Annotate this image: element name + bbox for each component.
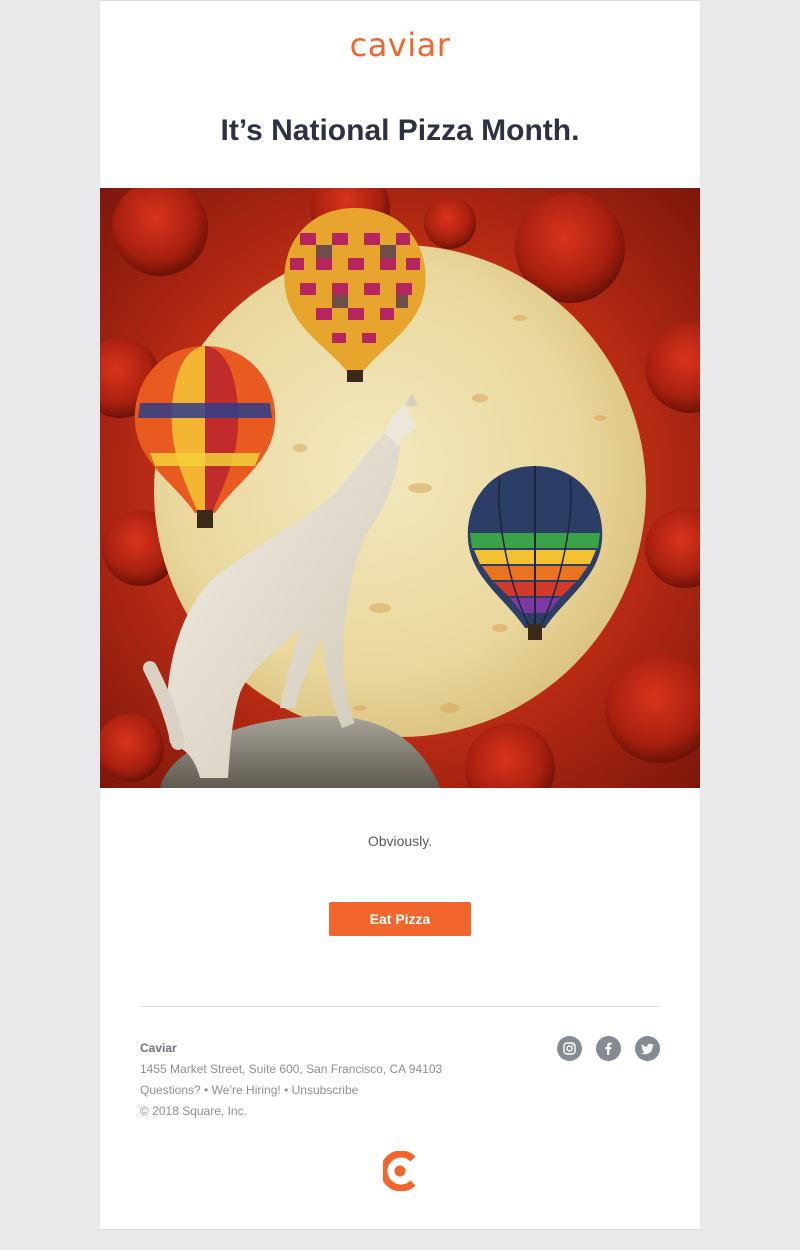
link-separator: • [204,1083,209,1097]
questions-link[interactable]: Questions? [140,1083,201,1097]
footer-divider [140,1006,660,1007]
caviar-mark-icon[interactable] [380,1150,417,1192]
footer-copyright: © 2018 Square, Inc. [140,1104,247,1118]
hero-image[interactable] [100,188,700,788]
email-container: caviar It’s National Pizza Month. Obviou… [100,0,700,1230]
link-separator: • [284,1083,289,1097]
twitter-icon[interactable] [635,1036,660,1061]
pizza-wolf-balloons-illustration [100,188,700,788]
caviar-logo[interactable]: caviar [100,27,700,63]
tagline: Obviously. [367,833,433,849]
eat-pizza-button[interactable]: Eat Pizza [329,902,471,936]
footer-company: Caviar [140,1041,177,1055]
footer-links: Questions? • We’re Hiring! • Unsubscribe [140,1080,500,1101]
footer-address: 1455 Market Street, Suite 600, San Franc… [140,1062,443,1076]
facebook-icon[interactable] [596,1036,621,1061]
unsubscribe-link[interactable]: Unsubscribe [292,1083,359,1097]
instagram-icon[interactable] [557,1036,582,1061]
footer-info: Caviar 1455 Market Street, Suite 600, Sa… [140,1038,500,1122]
page-title: It’s National Pizza Month. [220,114,580,147]
hiring-link[interactable]: We’re Hiring! [212,1083,281,1097]
